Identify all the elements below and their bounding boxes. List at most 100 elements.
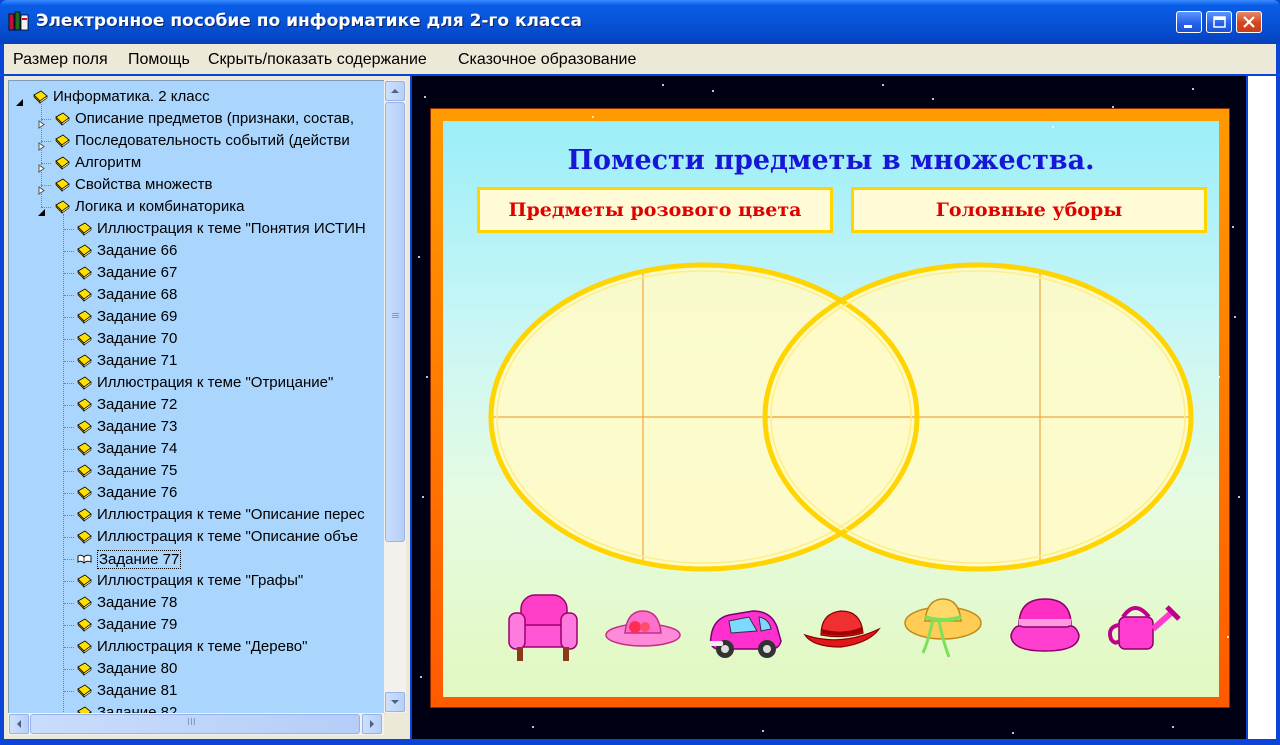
star-decoration	[1112, 106, 1114, 108]
book-icon	[77, 331, 92, 346]
tree-item-label: Задание 72	[97, 396, 178, 413]
book-icon	[77, 463, 92, 478]
menu-help[interactable]: Помощь	[128, 51, 190, 69]
tree-item-label: Алгоритм	[75, 154, 142, 171]
book-icon	[77, 419, 92, 434]
hscroll-thumb[interactable]: III	[30, 714, 360, 734]
book-icon	[77, 507, 92, 522]
collapse-toggle-icon[interactable]	[37, 202, 46, 216]
hscroll-thumb-grip: III	[187, 717, 196, 728]
minimize-icon	[1184, 25, 1192, 28]
window-title: Электронное пособие по информатике для 2…	[36, 11, 583, 31]
arrow-left-icon	[17, 720, 21, 728]
tree-item-label: Информатика. 2 класс	[53, 88, 210, 105]
scroll-down-button[interactable]	[385, 692, 405, 712]
book-icon	[55, 133, 70, 148]
armchair-icon[interactable]	[507, 591, 579, 667]
tree-connector	[64, 669, 74, 670]
tree-connector	[64, 625, 74, 626]
watering-can-icon[interactable]	[1105, 597, 1181, 661]
tree-horizontal-scrollbar[interactable]: III	[8, 713, 384, 735]
expand-toggle-icon[interactable]	[37, 180, 46, 195]
star-decoration	[1234, 316, 1236, 318]
book-icon	[55, 199, 70, 214]
maximize-button[interactable]	[1206, 11, 1232, 33]
scroll-up-button[interactable]	[385, 81, 405, 101]
star-decoration	[1227, 636, 1229, 638]
menu-bar: Размер поля Помощь Скрыть/показать содер…	[4, 44, 1276, 74]
tree-item-label: Задание 73	[97, 418, 178, 435]
star-decoration	[882, 84, 884, 86]
tree-item-label: Логика и комбинаторика	[75, 198, 245, 215]
exercise-frame: Помести предметы в множества. Предметы р…	[430, 108, 1230, 708]
book-icon	[55, 155, 70, 170]
star-decoration	[426, 376, 428, 378]
tree-connector	[64, 361, 74, 362]
items-tray	[443, 591, 1219, 671]
menu-field-size[interactable]: Размер поля	[13, 51, 108, 69]
red-hat-icon[interactable]	[803, 605, 881, 655]
star-decoration	[1012, 732, 1014, 734]
book-icon	[77, 353, 92, 368]
tree-connector	[64, 273, 74, 274]
pink-cap-icon[interactable]	[1009, 595, 1081, 659]
book-icon	[77, 683, 92, 698]
tree-connector	[63, 214, 64, 714]
exercise-scrollbar-track	[1248, 76, 1276, 739]
tree-vertical-scrollbar[interactable]: ≡	[384, 80, 406, 713]
tree-connector	[64, 405, 74, 406]
book-icon	[77, 221, 92, 236]
straw-hat-icon[interactable]	[903, 593, 983, 665]
scroll-thumb-grip: ≡	[391, 309, 401, 322]
book-icon	[77, 397, 92, 412]
open-book-icon	[77, 551, 92, 566]
book-icon	[55, 177, 70, 192]
book-icon	[77, 529, 92, 544]
pink-car-icon[interactable]	[705, 597, 785, 663]
tree-connector	[64, 317, 74, 318]
scroll-right-button[interactable]	[362, 714, 382, 734]
expand-toggle-icon[interactable]	[37, 114, 46, 129]
tree-item-label: Задание 68	[97, 286, 178, 303]
title-bar[interactable]: Электронное пособие по информатике для 2…	[0, 0, 1280, 44]
tree-connector	[64, 339, 74, 340]
book-icon	[33, 89, 48, 104]
tree-item-label: Иллюстрация к теме "Описание перес	[97, 506, 365, 523]
expand-toggle-icon[interactable]	[37, 158, 46, 173]
scroll-thumb[interactable]: ≡	[385, 102, 405, 542]
star-decoration	[418, 256, 420, 258]
tree-item-label: Задание 74	[97, 440, 178, 457]
tree-item-label: Задание 77	[97, 550, 182, 569]
star-decoration	[932, 98, 934, 100]
scroll-left-button[interactable]	[9, 714, 29, 734]
tree-item-label: Задание 67	[97, 264, 178, 281]
contents-tree[interactable]: Информатика. 2 класс Описание предметов (…	[8, 80, 385, 714]
menu-toggle-contents[interactable]: Скрыть/показать содержание	[208, 51, 427, 69]
tree-item-label: Иллюстрация к теме "Графы"	[97, 572, 304, 589]
collapse-toggle-icon[interactable]	[15, 92, 24, 106]
book-icon	[77, 375, 92, 390]
book-icon	[77, 573, 92, 588]
tree-connector	[64, 647, 74, 648]
expand-toggle-icon[interactable]	[37, 136, 46, 151]
book-icon	[77, 265, 92, 280]
tree-connector	[64, 229, 74, 230]
close-button[interactable]	[1236, 11, 1262, 33]
books-icon	[8, 11, 29, 31]
tree-item-label: Задание 71	[97, 352, 178, 369]
tree-connector	[64, 537, 74, 538]
star-decoration	[1192, 88, 1194, 90]
star-decoration	[592, 116, 594, 118]
star-decoration	[420, 676, 422, 678]
pink-hat-icon[interactable]	[605, 603, 683, 653]
tree-connector	[64, 691, 74, 692]
tree-item-label: Задание 80	[97, 660, 178, 677]
close-icon	[1243, 16, 1255, 28]
menu-fairy-education[interactable]: Сказочное образование	[458, 51, 636, 69]
maximize-icon	[1213, 16, 1226, 28]
tree-connector	[64, 581, 74, 582]
tree-item-label: Задание 76	[97, 484, 178, 501]
tree-item-label: Описание предметов (признаки, состав,	[75, 110, 355, 127]
contents-pane: Информатика. 2 класс Описание предметов (…	[4, 76, 410, 739]
minimize-button[interactable]	[1176, 11, 1202, 33]
